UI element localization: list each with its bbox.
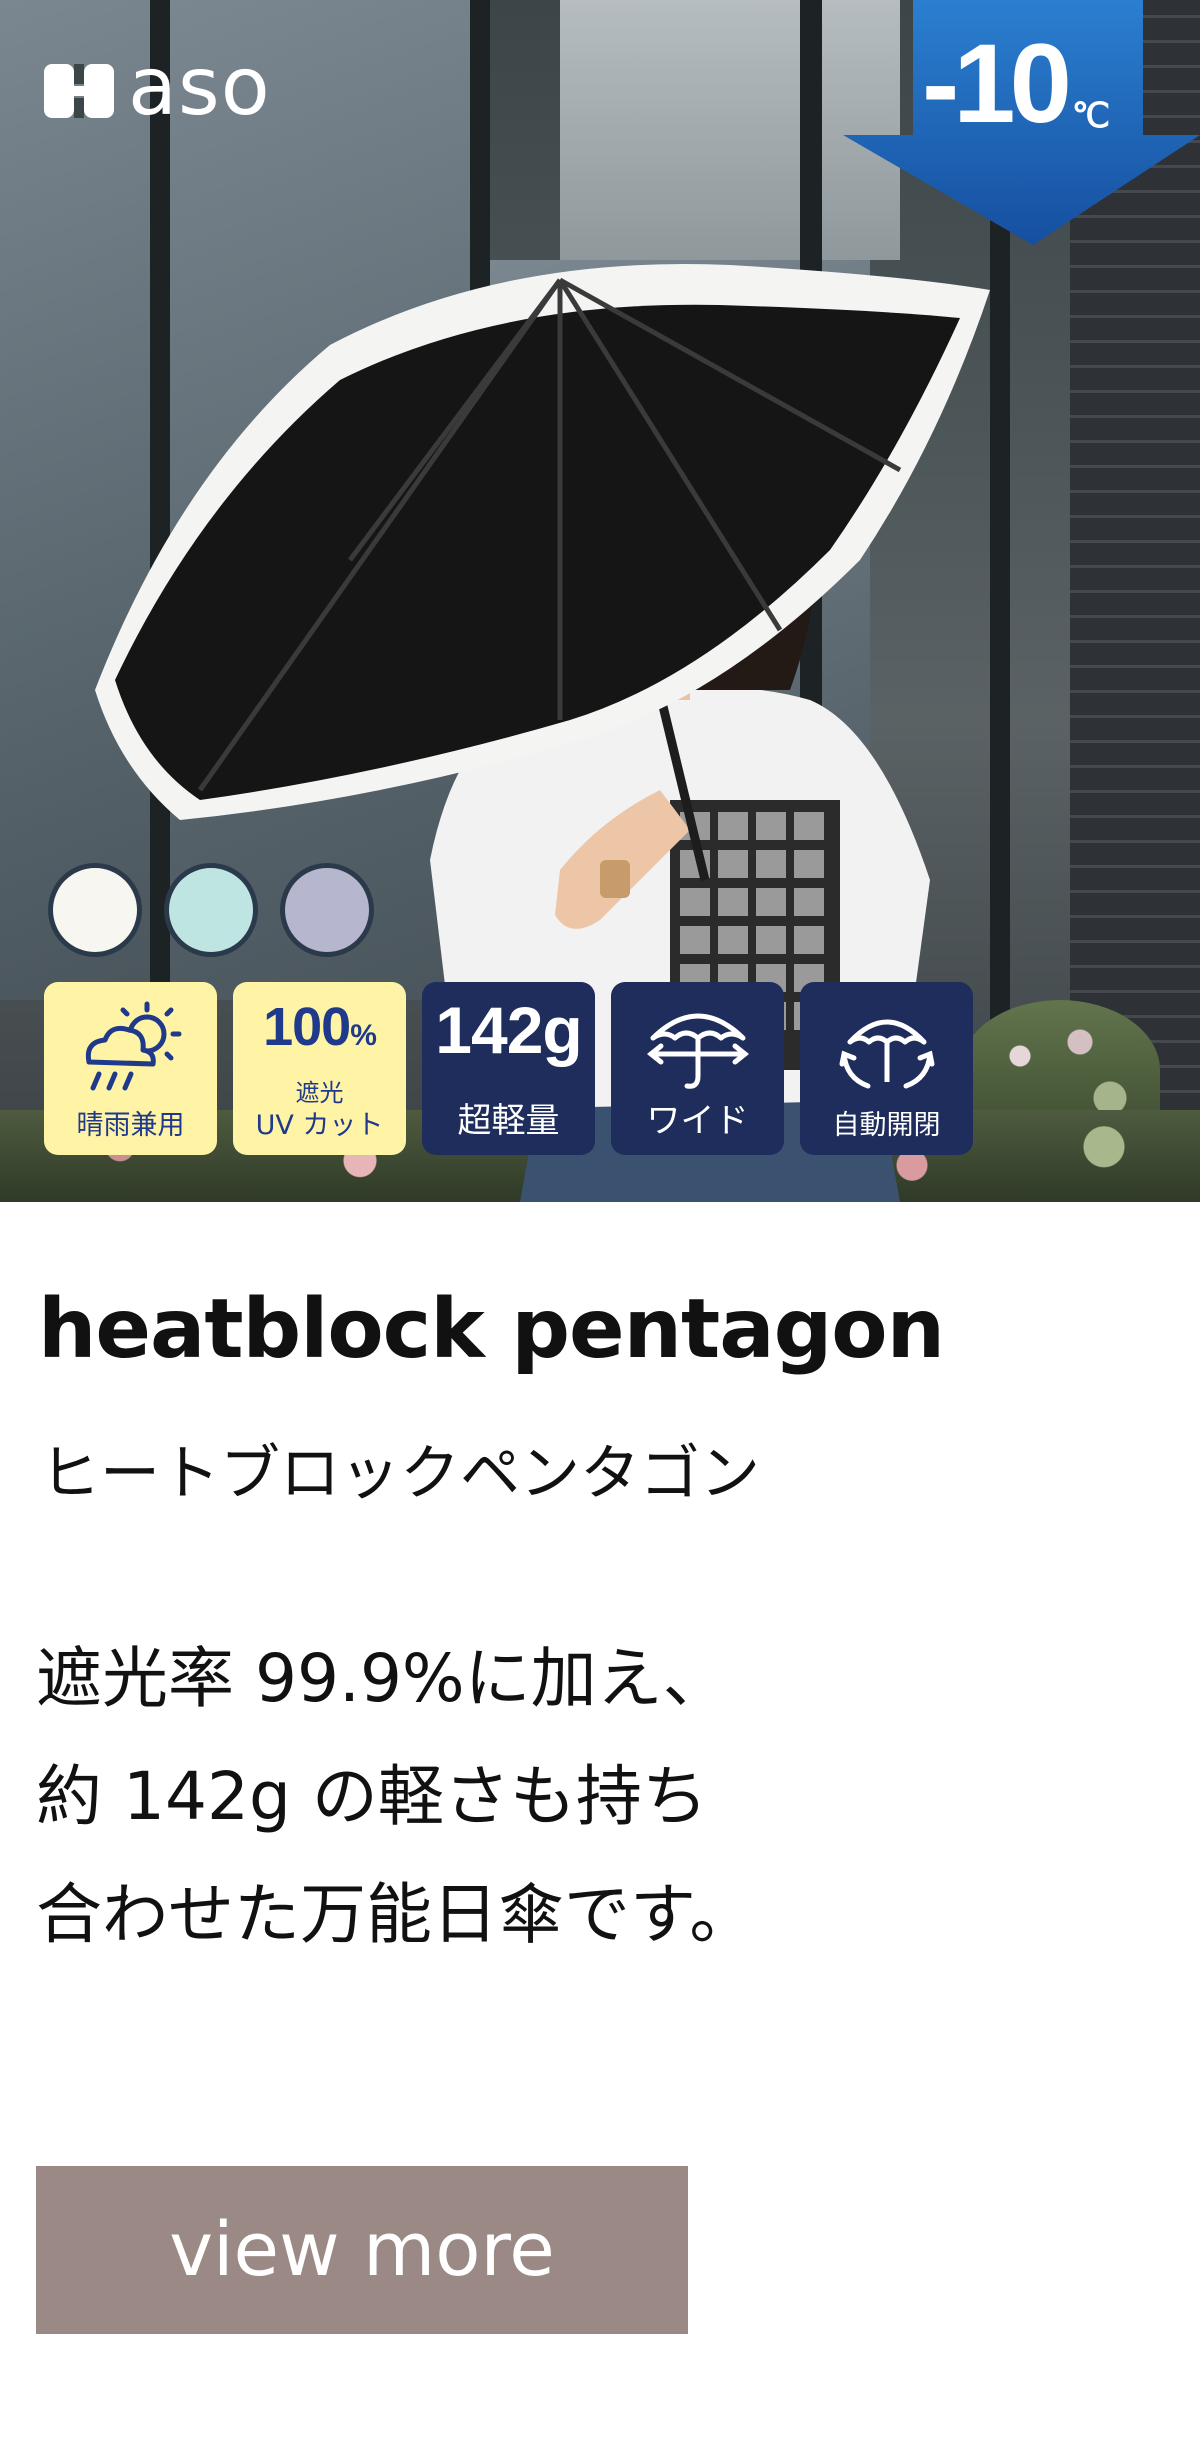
uv-cut-icon: 100% [233,996,406,1058]
view-more-button[interactable]: view more [36,2166,688,2334]
product-card: aso -10 ℃ 晴雨兼用 100% 遮光 UV カット 142g 超軽量 ワ… [0,0,1200,2437]
sun-rain-icon [85,1001,181,1091]
description-line: 合わせた万能日傘です。 [36,1876,756,1953]
feature-caption: 超軽量 [457,1100,560,1141]
brand-logo[interactable]: aso [44,47,271,127]
temperature-unit: ℃ [1071,97,1111,135]
feature-caption: ワイド [646,1100,749,1141]
swatch-white[interactable] [48,863,142,957]
feature-icons: 晴雨兼用 100% 遮光 UV カット 142g 超軽量 ワイド 自動開閉 [44,982,973,1155]
product-name-kana: ヒートブロックペンタゴン [40,1439,760,1509]
temperature-value: -10 ℃ [922,28,1110,140]
feature-wide: ワイド [611,982,784,1155]
swatch-lavender[interactable] [280,863,374,957]
feature-caption: 自動開閉 [832,1109,941,1141]
brand-name: aso [128,40,271,133]
uv-number: 100 [263,997,351,1057]
temperature-number: -10 [922,21,1072,146]
wide-umbrella-icon [646,1013,749,1089]
description-line: 遮光率 99.9%に加え、 [36,1640,729,1717]
auto-open-umbrella-icon [839,1019,934,1089]
brand-logo-icon [44,64,114,118]
hero-photo: aso -10 ℃ 晴雨兼用 100% 遮光 UV カット 142g 超軽量 ワ… [0,0,1200,1202]
feature-caption: UV カット [255,1109,384,1141]
feature-uv-cut: 100% 遮光 UV カット [233,982,406,1155]
color-swatches [48,863,374,957]
weight-icon: 142g [435,993,582,1067]
feature-auto-open: 自動開閉 [800,982,973,1155]
product-description: 遮光率 99.9%に加え、 約 142g の軽さも持ち 合わせた万能日傘です。 [36,1620,1136,1974]
description-line: 約 142g の軽さも持ち [36,1758,708,1835]
feature-caption: 晴雨兼用 [76,1109,185,1141]
swatch-mint[interactable] [164,863,258,957]
feature-lightweight: 142g 超軽量 [422,982,595,1155]
feature-sun-rain: 晴雨兼用 [44,982,217,1155]
product-name: heatblock pentagon [38,1282,945,1377]
uv-number-unit: % [350,1019,377,1052]
feature-caption: 遮光 [295,1078,344,1107]
